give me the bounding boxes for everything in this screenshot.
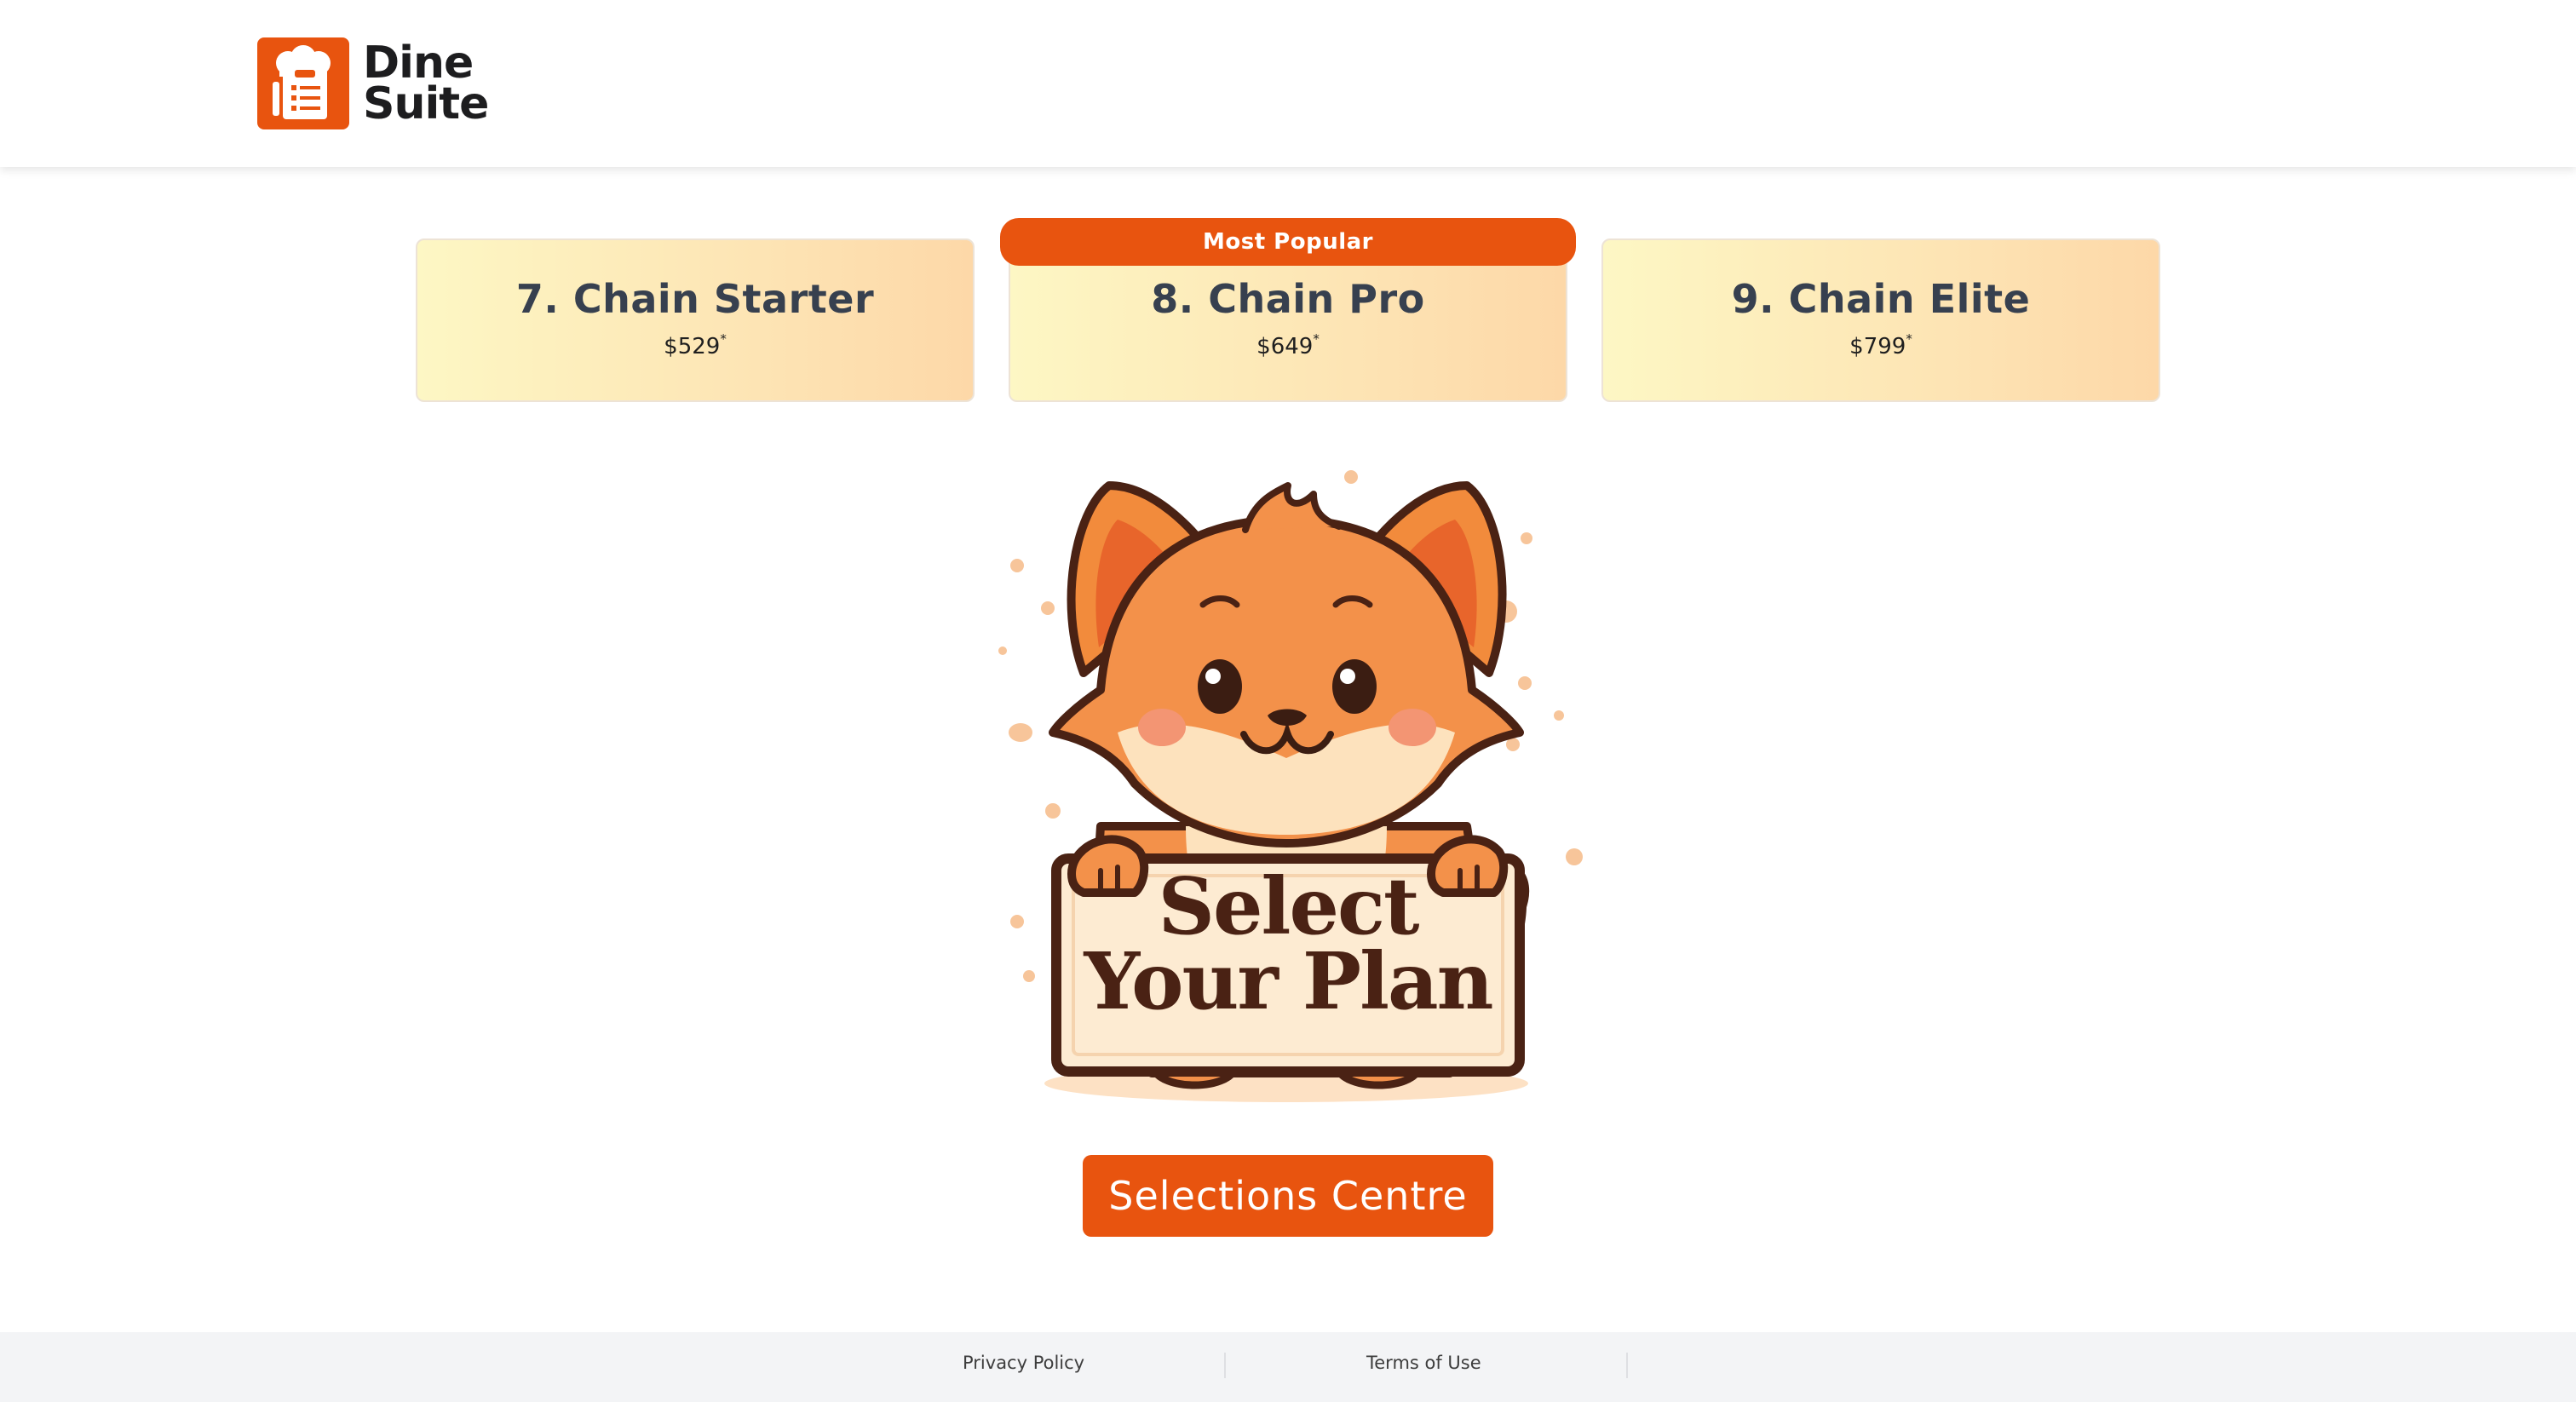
plan-name: 8. Chain Pro — [1151, 276, 1425, 322]
plan-name: 9. Chain Elite — [1731, 276, 2031, 322]
price-footnote-mark: * — [1906, 331, 1912, 347]
site-header: Dine Suite — [0, 0, 2576, 167]
logo-line-1: Dine — [363, 37, 474, 89]
selections-centre-button[interactable]: Selections Centre — [1083, 1155, 1493, 1237]
plan-price-value: $529 — [664, 334, 721, 359]
mascot-sign-text: Select Your Plan — [1067, 860, 1509, 1027]
price-footnote-mark: * — [1313, 331, 1320, 347]
sign-line-1: Select — [1158, 860, 1420, 952]
dinesuite-logo[interactable]: Dine Suite — [257, 37, 489, 129]
plan-price: $649* — [1256, 331, 1320, 359]
site-footer: Privacy Policy Terms of Use — [0, 1332, 2576, 1402]
plan-name: 7. Chain Starter — [515, 276, 875, 322]
plan-price-value: $799 — [1849, 334, 1906, 359]
plan-card-chain-elite[interactable]: 9. Chain Elite $799* — [1601, 238, 2160, 402]
most-popular-badge: Most Popular — [1000, 218, 1576, 266]
price-footnote-mark: * — [720, 331, 727, 347]
plan-card-chain-starter[interactable]: 7. Chain Starter $529* — [416, 238, 975, 402]
plan-price-value: $649 — [1256, 334, 1314, 359]
footer-divider — [1626, 1353, 1628, 1378]
logo-line-2: Suite — [363, 78, 489, 129]
sign-line-2: Your Plan — [1084, 935, 1493, 1027]
logo-wordmark: Dine Suite — [363, 37, 489, 129]
chef-hat-clipboard-icon — [257, 37, 349, 129]
plan-price: $799* — [1849, 331, 1912, 359]
plan-price: $529* — [664, 331, 727, 359]
footer-divider — [1224, 1353, 1226, 1378]
privacy-policy-link[interactable]: Privacy Policy — [963, 1353, 1084, 1373]
terms-of-use-link[interactable]: Terms of Use — [1366, 1353, 1481, 1373]
